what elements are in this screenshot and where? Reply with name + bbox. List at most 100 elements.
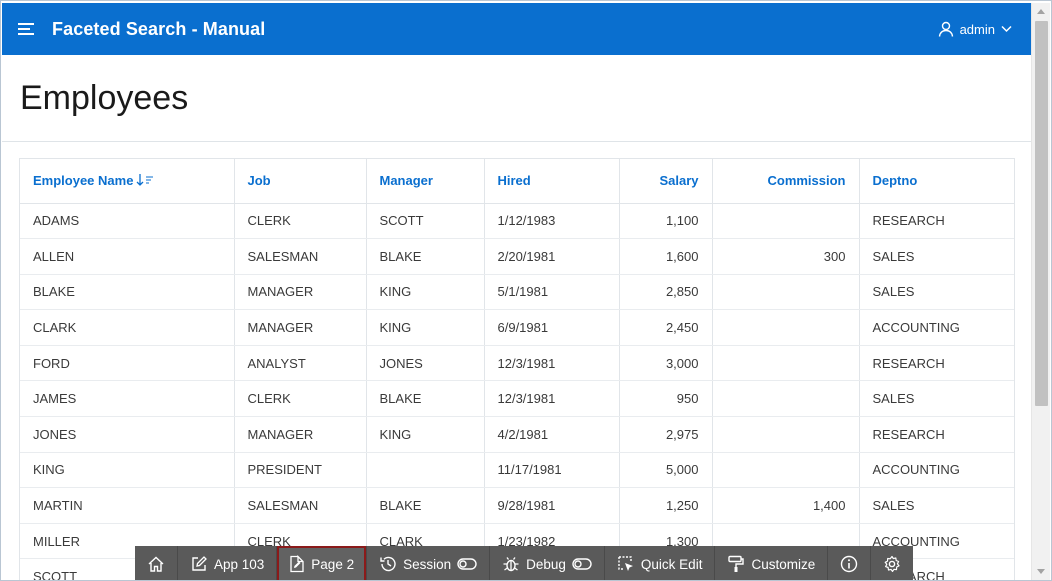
cell-manager: KING bbox=[366, 309, 485, 346]
page-button[interactable]: Page 2 bbox=[277, 546, 368, 580]
cell-hired: 5/1/1981 bbox=[484, 274, 620, 311]
edit-page-icon bbox=[290, 555, 304, 573]
cell-salary: 2,975 bbox=[619, 416, 713, 453]
employees-report: Employee Name Job Manager Hired Salary C… bbox=[19, 158, 1015, 580]
column-header-employee-name[interactable]: Employee Name bbox=[20, 159, 235, 204]
customize-button[interactable]: Customize bbox=[715, 546, 829, 580]
cell-hired: 6/9/1981 bbox=[484, 309, 620, 346]
scroll-down-button[interactable] bbox=[1032, 563, 1050, 580]
cell-deptno: RESEARCH bbox=[859, 416, 1014, 453]
session-history-icon bbox=[380, 556, 396, 572]
cell-hired: 4/2/1981 bbox=[484, 416, 620, 453]
session-button[interactable]: Session bbox=[367, 546, 491, 580]
scroll-thumb[interactable] bbox=[1035, 21, 1048, 406]
vertical-scrollbar[interactable] bbox=[1031, 3, 1050, 580]
cell-salary: 1,600 bbox=[619, 238, 713, 275]
table-row: JONES MANAGER KING 4/2/1981 2,975 RESEARCH bbox=[20, 416, 1014, 453]
table-row: MARTIN SALESMAN BLAKE 9/28/1981 1,250 1,400 SA… bbox=[20, 487, 1014, 524]
table-row: JAMES CLERK BLAKE 12/3/1981 950 SALES bbox=[20, 380, 1014, 418]
cell-commission bbox=[712, 345, 860, 382]
cell-manager: SCOTT bbox=[366, 203, 485, 240]
cell-manager: JONES bbox=[366, 345, 485, 382]
cell-hired: 11/17/1981 bbox=[484, 452, 620, 489]
debug-button[interactable]: Debug bbox=[490, 546, 605, 580]
cell-hired: 12/3/1981 bbox=[484, 345, 620, 382]
cell-job: MANAGER bbox=[234, 309, 367, 346]
cell-deptno: RESEARCH bbox=[859, 345, 1014, 382]
app-label: App 103 bbox=[214, 556, 265, 572]
table-row: FORD ANALYST JONES 12/3/1981 3,000 RESEARCH bbox=[20, 345, 1014, 382]
info-icon bbox=[841, 555, 858, 573]
chevron-down-icon bbox=[1001, 25, 1012, 33]
column-header-hired[interactable]: Hired bbox=[484, 159, 620, 204]
cell-employee-name: JAMES bbox=[20, 380, 235, 418]
column-header-salary[interactable]: Salary bbox=[619, 159, 713, 204]
column-header-deptno[interactable]: Deptno bbox=[859, 159, 1014, 204]
cell-hired: 12/3/1981 bbox=[484, 380, 620, 418]
cell-employee-name: KING bbox=[20, 452, 235, 489]
cell-job: CLERK bbox=[234, 380, 367, 418]
table-row: BLAKE MANAGER KING 5/1/1981 2,850 SALES bbox=[20, 274, 1014, 311]
gear-icon bbox=[884, 555, 900, 572]
table-row: KING PRESIDENT 11/17/1981 5,000 ACCOUNTING bbox=[20, 452, 1014, 489]
customize-label: Customize bbox=[751, 556, 816, 572]
cell-manager: BLAKE bbox=[366, 487, 485, 524]
hamburger-icon bbox=[18, 23, 34, 35]
cell-employee-name: BLAKE bbox=[20, 274, 235, 311]
user-icon bbox=[938, 21, 953, 37]
cell-commission bbox=[712, 452, 860, 489]
column-header-manager[interactable]: Manager bbox=[366, 159, 485, 204]
cell-salary: 2,850 bbox=[619, 274, 713, 311]
cell-manager: BLAKE bbox=[366, 238, 485, 275]
cell-job: PRESIDENT bbox=[234, 452, 367, 489]
cell-commission bbox=[712, 274, 860, 311]
report-table: Employee Name Job Manager Hired Salary C… bbox=[20, 159, 1014, 580]
title-region: Employees bbox=[2, 55, 1032, 142]
info-button[interactable] bbox=[828, 546, 872, 580]
column-header-job[interactable]: Job bbox=[234, 159, 367, 204]
cell-employee-name: ALLEN bbox=[20, 238, 235, 275]
cell-deptno: RESEARCH bbox=[859, 203, 1014, 240]
scroll-up-button[interactable] bbox=[1032, 3, 1050, 20]
cell-commission bbox=[712, 416, 860, 453]
arrow-down-icon bbox=[1037, 569, 1045, 574]
navigation-menu-button[interactable] bbox=[2, 3, 52, 55]
cell-employee-name: FORD bbox=[20, 345, 235, 382]
quick-edit-button[interactable]: Quick Edit bbox=[605, 546, 716, 580]
cell-job: ANALYST bbox=[234, 345, 367, 382]
cell-commission: 1,400 bbox=[712, 487, 860, 524]
app-title[interactable]: Faceted Search - Manual bbox=[52, 19, 265, 40]
cell-employee-name: JONES bbox=[20, 416, 235, 453]
app-button[interactable]: App 103 bbox=[178, 546, 278, 580]
cell-deptno: SALES bbox=[859, 238, 1014, 275]
cell-salary: 1,100 bbox=[619, 203, 713, 240]
user-name: admin bbox=[959, 21, 995, 37]
cell-job: MANAGER bbox=[234, 416, 367, 453]
column-header-commission[interactable]: Commission bbox=[712, 159, 860, 204]
cell-job: CLERK bbox=[234, 203, 367, 240]
developer-toolbar: App 103 Page 2 Session Debug Quick Edit … bbox=[135, 546, 914, 580]
table-row: CLARK MANAGER KING 6/9/1981 2,450 ACCOUNTING bbox=[20, 309, 1014, 346]
cell-commission bbox=[712, 203, 860, 240]
session-label: Session bbox=[403, 556, 452, 572]
cell-hired: 2/20/1981 bbox=[484, 238, 620, 275]
cell-salary: 1,250 bbox=[619, 487, 713, 524]
toggle-off-icon bbox=[572, 558, 592, 570]
settings-button[interactable] bbox=[871, 546, 913, 580]
app-header: Faceted Search - Manual admin bbox=[2, 3, 1032, 55]
edit-app-icon bbox=[192, 556, 207, 571]
cell-commission: 300 bbox=[712, 238, 860, 275]
cell-employee-name: CLARK bbox=[20, 309, 235, 346]
cell-hired: 1/12/1983 bbox=[484, 203, 620, 240]
sort-descending-icon bbox=[136, 173, 154, 189]
cell-manager bbox=[366, 452, 485, 489]
cell-salary: 3,000 bbox=[619, 345, 713, 382]
header-row: Employee Name Job Manager Hired Salary C… bbox=[20, 159, 1014, 204]
page-label: Page 2 bbox=[311, 556, 355, 572]
cell-commission bbox=[712, 309, 860, 346]
cell-deptno: ACCOUNTING bbox=[859, 452, 1014, 489]
user-menu[interactable]: admin bbox=[938, 3, 1012, 55]
arrow-up-icon bbox=[1037, 9, 1045, 14]
cell-deptno: ACCOUNTING bbox=[859, 309, 1014, 346]
home-button[interactable] bbox=[135, 546, 178, 580]
